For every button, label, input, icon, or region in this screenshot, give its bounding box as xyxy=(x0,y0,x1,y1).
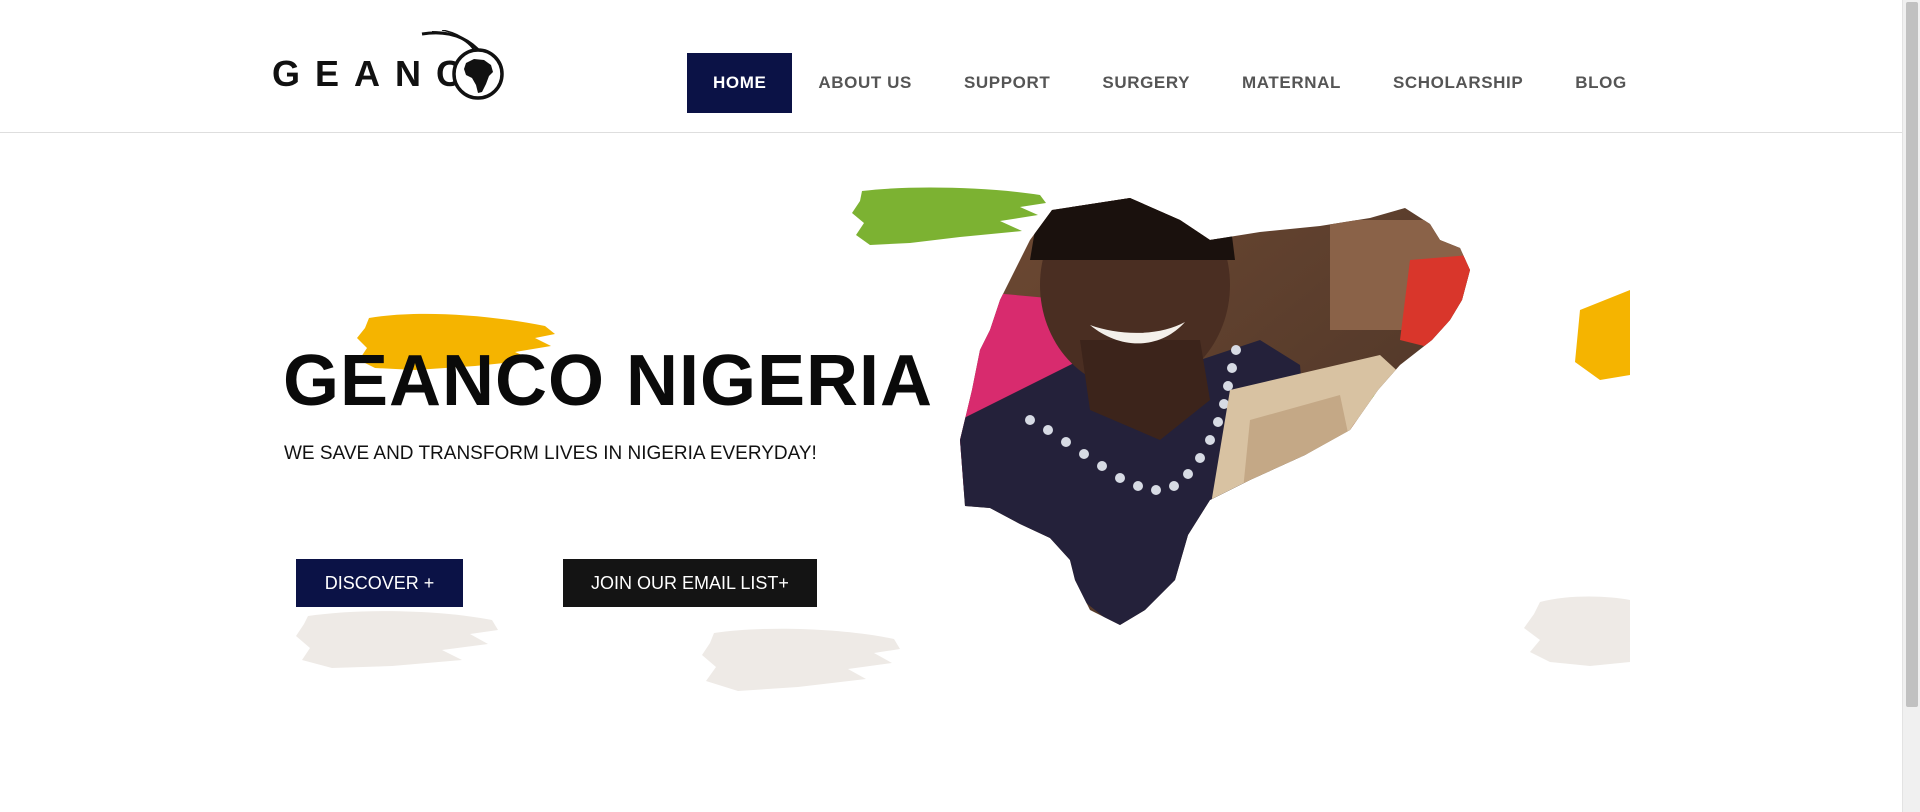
light-brush-stroke-left xyxy=(296,611,498,668)
scrollbar-thumb[interactable] xyxy=(1906,2,1918,707)
nav-surgery[interactable]: SURGERY xyxy=(1076,53,1216,113)
hero-subtitle: WE SAVE AND TRANSFORM LIVES IN NIGERIA E… xyxy=(284,443,817,464)
main-nav: HOME ABOUT US SUPPORT SURGERY MATERNAL S… xyxy=(687,53,1653,113)
vertical-scrollbar[interactable] xyxy=(1902,0,1920,812)
hero-title: GEANCO NIGERIA xyxy=(283,341,934,421)
site-header: GEANCO HOME ABOUT US SUPPORT SURGERY MAT… xyxy=(0,0,1902,133)
nav-scholarship[interactable]: SCHOLARSHIP xyxy=(1367,53,1549,113)
nav-maternal[interactable]: MATERNAL xyxy=(1216,53,1367,113)
nav-blog[interactable]: BLOG xyxy=(1549,53,1653,113)
hero-image-mother-and-baby xyxy=(960,198,1630,625)
nav-support[interactable]: SUPPORT xyxy=(938,53,1076,113)
light-brush-stroke-center xyxy=(702,628,900,691)
africa-emblem-icon xyxy=(421,30,504,100)
nav-home[interactable]: HOME xyxy=(687,53,793,113)
page: GEANCO HOME ABOUT US SUPPORT SURGERY MAT… xyxy=(0,0,1920,812)
site-logo[interactable]: GEANCO xyxy=(272,30,517,105)
join-email-list-button[interactable]: JOIN OUR EMAIL LIST+ xyxy=(563,559,817,607)
discover-button[interactable]: DISCOVER + xyxy=(296,559,463,607)
nav-about-us[interactable]: ABOUT US xyxy=(792,53,938,113)
